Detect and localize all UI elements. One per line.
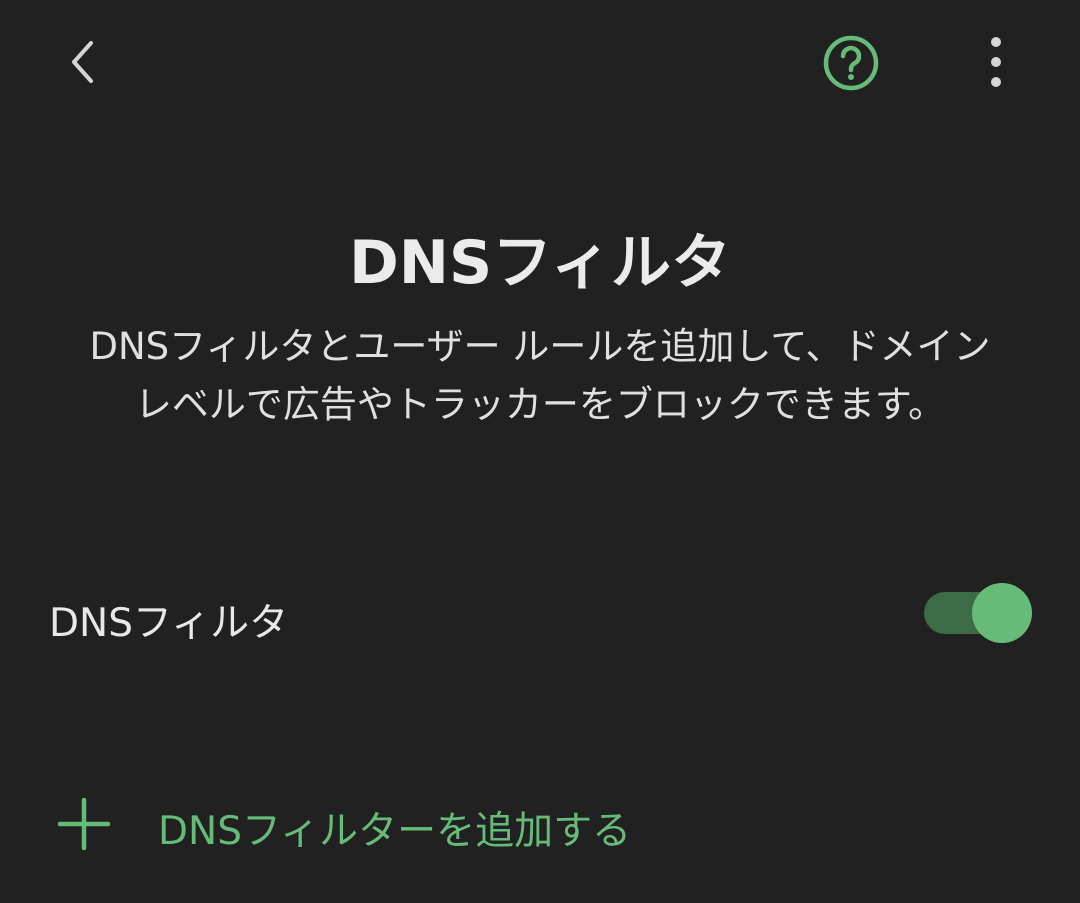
more-vertical-icon bbox=[991, 37, 1001, 87]
dns-filter-setting-row[interactable]: DNSフィルタ bbox=[0, 560, 1080, 670]
back-button[interactable] bbox=[52, 30, 116, 94]
question-circle-icon bbox=[823, 35, 879, 91]
dns-filter-toggle[interactable] bbox=[922, 582, 1034, 644]
overflow-menu-button[interactable] bbox=[964, 30, 1028, 94]
add-dns-filter-button[interactable]: DNSフィルターを追加する bbox=[0, 770, 1080, 880]
page-description: DNSフィルタとユーザー ルールを追加して、ドメインレベルで広告やトラッカーをブ… bbox=[89, 325, 991, 426]
top-app-bar bbox=[0, 0, 1080, 125]
dns-filter-setting-label: DNSフィルタ bbox=[49, 601, 289, 646]
chevron-left-icon bbox=[72, 41, 93, 83]
add-dns-filter-label: DNSフィルターを追加する bbox=[158, 809, 632, 854]
plus-icon bbox=[57, 797, 111, 851]
help-button[interactable] bbox=[818, 30, 884, 96]
page-title: DNSフィルタ bbox=[348, 228, 732, 298]
toggle-thumb bbox=[972, 583, 1032, 643]
